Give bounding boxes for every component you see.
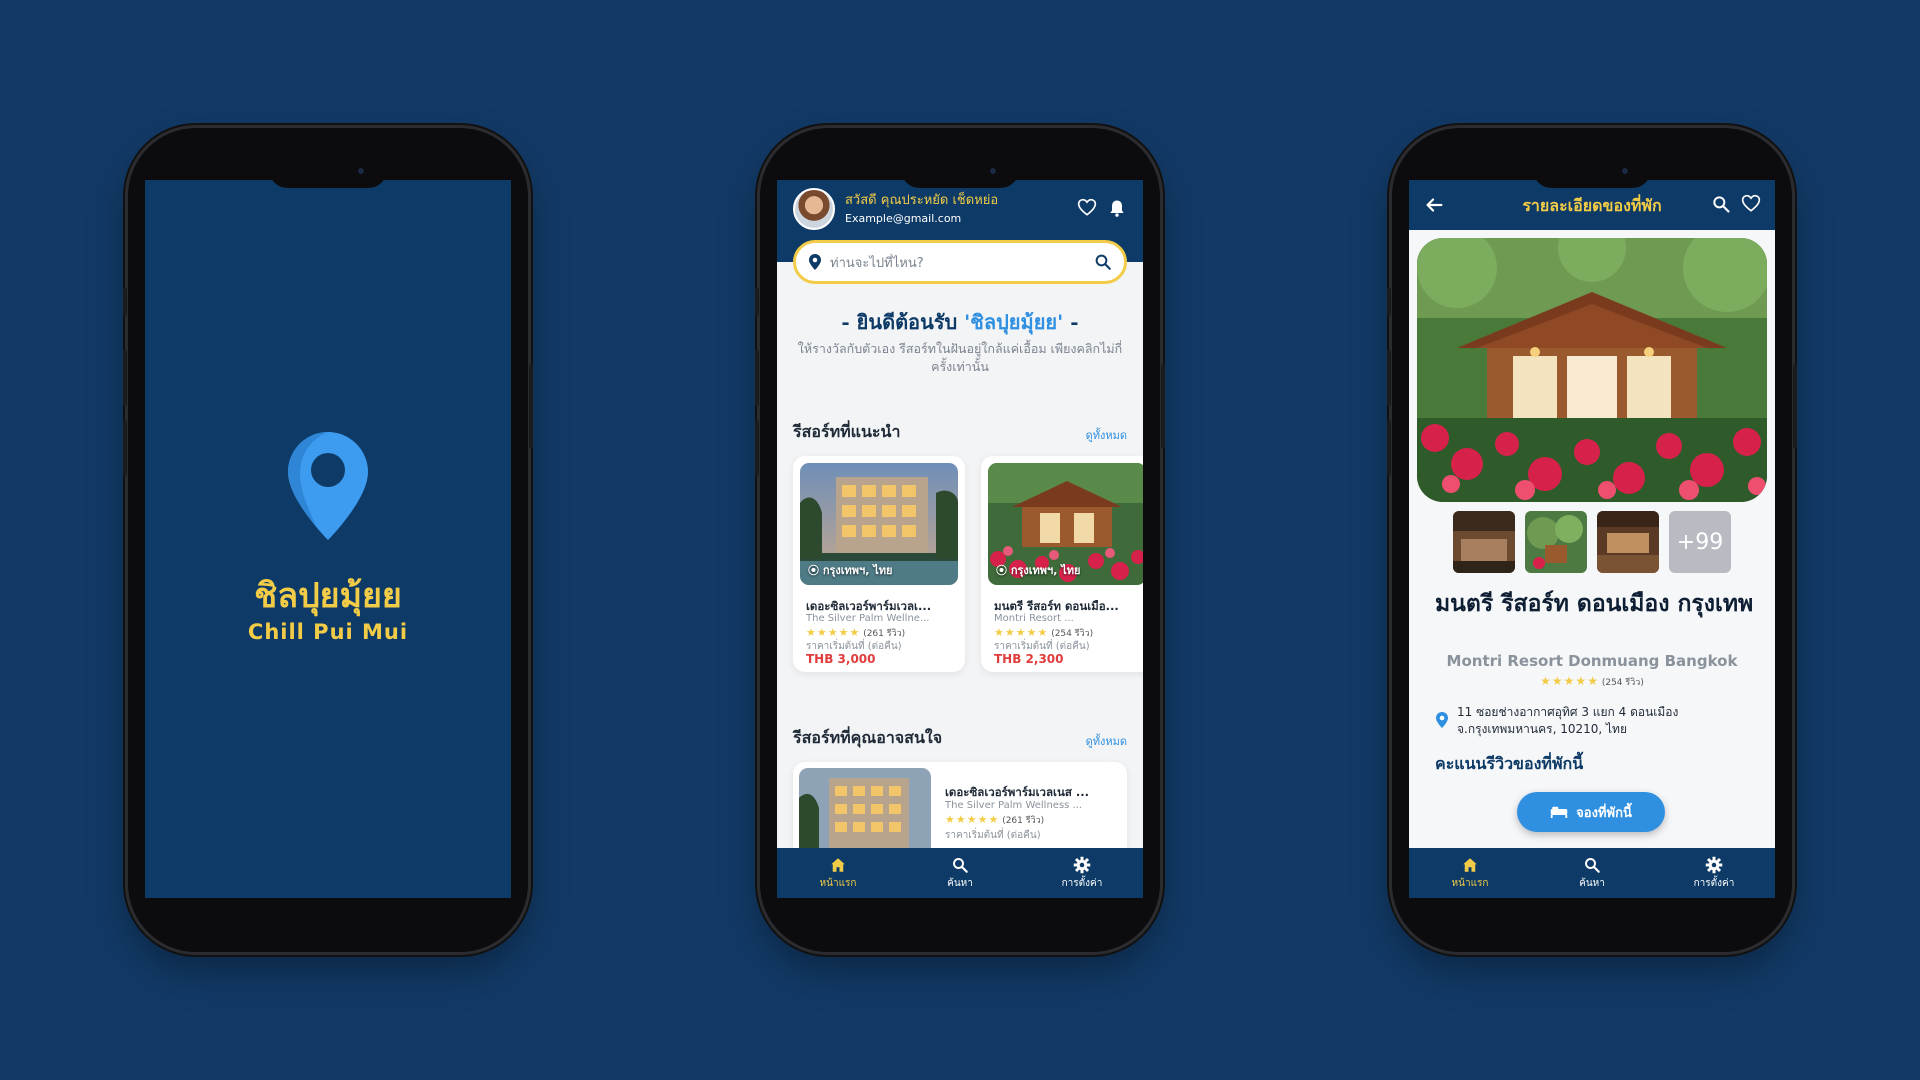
star-icon: ★★★★★ [945,813,1000,826]
bottom-nav: หน้าแรก ค้นหา การตั้งค่า [1409,848,1775,898]
bell-icon[interactable] [1107,198,1127,218]
resort-photo: ⦿ กรุงเทพฯ, ไทย [988,463,1143,585]
avatar[interactable] [793,188,835,230]
recommended-carousel[interactable]: ⦿ กรุงเทพฯ, ไทย เดอะซิลเวอร์พาร์มเวลเ...… [793,456,1143,672]
nav-search[interactable]: ค้นหา [1542,856,1642,891]
star-icon: ★★★★★ [1540,674,1599,688]
more-photos-button[interactable]: +99 [1669,511,1731,573]
resort-photo: ⦿ กรุงเทพฯ, ไทย [800,463,958,585]
notch [1532,154,1652,188]
search-input[interactable]: ท่านจะไปที่ไหน? [793,240,1127,284]
gear-icon [1073,856,1091,873]
nav-settings[interactable]: การตั้งค่า [1664,856,1764,891]
recommended-title: รีสอร์ทที่แนะนำ [793,422,901,441]
card-price: THB 2,300 [994,652,1064,666]
phone-splash: ชิลปุยมุ้ยย Chill Pui Mui [123,128,533,952]
brand-name-english: Chill Pui Mui [247,620,409,644]
star-icon: ★★★★★ [806,626,861,639]
bed-icon [1550,806,1568,818]
search-icon[interactable] [1094,253,1112,271]
location-pin-icon [809,254,821,270]
card-rating: ★★★★★ (254 รีวิว) [994,626,1094,639]
notch [268,154,388,188]
resort-rating: ★★★★★ (254 รีวิว) [1540,674,1644,688]
location-pin-icon [1436,712,1448,728]
location-pin-icon [288,432,368,540]
resort-address: 11 ซอยช่างอากาศอุทิศ 3 แยก 4 ดอนเมือง จ.… [1435,704,1755,738]
resort-name-english: Montri Resort Donmuang Bangkok [1446,652,1738,670]
review-section-title: คะแนนรีวิวของที่พักนี้ [1435,754,1584,773]
book-now-button[interactable]: จองที่พักนี้ [1517,792,1665,832]
phone-detail: รายละเอียดของที่พัก +99 มนตรี รีสอร์ท ดอ… [1387,128,1797,952]
heart-icon[interactable] [1741,194,1761,214]
card-rating: ★★★★★ (261 รีวิว) [806,626,906,639]
list-item-rating: ★★★★★ (261 รีวิว) [945,813,1045,826]
list-item-price-label: ราคาเริ่มต้นที่ (ต่อคืน) [945,830,1041,841]
card-location: ⦿ กรุงเทพฯ, ไทย [996,564,1081,577]
nav-home[interactable]: หน้าแรก [1420,856,1520,891]
phone-home: สวัสดี คุณประหยัด เช็ดหย่อ Example@gmail… [755,128,1165,952]
card-price: THB 3,000 [806,652,876,666]
search-icon [953,857,968,873]
star-icon: ★★★★★ [994,626,1049,639]
nav-search[interactable]: ค้นหา [910,856,1010,891]
search-icon [1585,857,1600,873]
see-all-recommended-link[interactable]: ดูทั้งหมด [1086,426,1127,444]
thumbnail[interactable] [1453,511,1515,573]
nav-settings[interactable]: การตั้งค่า [1032,856,1132,891]
search-icon[interactable] [1711,194,1731,214]
home-icon [1463,857,1477,872]
card-name-english: The Silver Palm Wellne... [806,613,930,624]
search-placeholder: ท่านจะไปที่ไหน? [830,255,924,271]
heart-icon[interactable] [1077,198,1097,218]
splash-screen: ชิลปุยมุ้ยย Chill Pui Mui [145,180,511,898]
notch [900,154,1020,188]
thumbnail[interactable] [1597,511,1659,573]
brand-name-thai: ชิลปุยมุ้ยย [254,576,402,616]
home-screen: สวัสดี คุณประหยัด เช็ดหย่อ Example@gmail… [777,180,1143,898]
home-icon [831,857,845,872]
thumbnail[interactable] [1525,511,1587,573]
detail-screen: รายละเอียดของที่พัก +99 มนตรี รีสอร์ท ดอ… [1409,180,1775,898]
bottom-nav: หน้าแรก ค้นหา การตั้งค่า [777,848,1143,898]
photo-thumbnails: +99 [1453,511,1731,573]
resort-name-thai: มนตรี รีสอร์ท ดอนเมือง กรุงเทพ [1435,590,1754,617]
list-item-name-english: The Silver Palm Wellness ... [945,800,1083,811]
resort-card[interactable]: ⦿ กรุงเทพฯ, ไทย มนตรี รีสอร์ท ดอนเมือ...… [981,456,1143,672]
welcome-subtext: ให้รางวัลกับตัวเอง รีสอร์ทในฝันอยู่ใกล้แ… [797,341,1123,374]
see-all-interest-link[interactable]: ดูทั้งหมด [1086,732,1127,750]
welcome-heading: - ยินดีต้อนรับ 'ชิลปุยมุ้ยย' - [841,310,1079,334]
nav-home[interactable]: หน้าแรก [788,856,888,891]
card-name-english: Montri Resort ... [994,613,1074,624]
greeting-text: สวัสดี คุณประหยัด เช็ดหย่อ [845,193,999,208]
interest-title: รีสอร์ทที่คุณอาจสนใจ [793,728,943,747]
hero-photo[interactable] [1417,238,1767,502]
user-email: Example@gmail.com [845,212,962,225]
resort-card[interactable]: ⦿ กรุงเทพฯ, ไทย เดอะซิลเวอร์พาร์มเวลเ...… [793,456,965,672]
gear-icon [1705,856,1723,873]
card-location: ⦿ กรุงเทพฯ, ไทย [808,564,893,577]
